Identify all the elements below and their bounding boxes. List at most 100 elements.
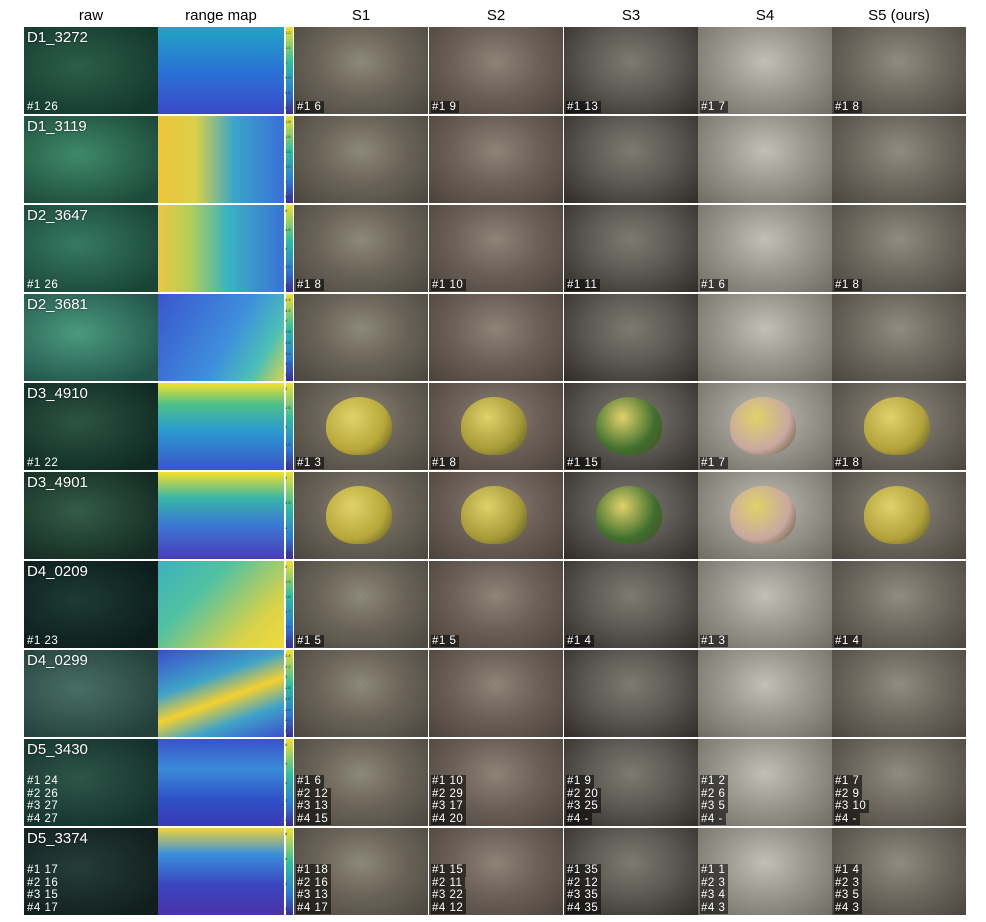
result-image-s5 <box>832 650 966 737</box>
score-label: #1 8 <box>834 100 863 113</box>
result-image-s3: #1 9 #2 20 #3 25 #4 - <box>564 739 698 826</box>
score-label: #3 13 <box>296 889 332 902</box>
score-label: #1 8 <box>834 278 863 291</box>
range-map-image <box>158 561 284 648</box>
score-label: #1 10 <box>431 775 467 788</box>
score-label: #3 25 <box>566 800 602 813</box>
score-label: #3 35 <box>566 889 602 902</box>
column-header: range map <box>185 7 257 24</box>
result-image-s4: #1 7 <box>698 383 832 470</box>
score-label: #2 3 <box>834 876 863 889</box>
score-label: #1 35 <box>566 864 602 877</box>
result-image-s1 <box>294 116 428 203</box>
colorbar-tick: 4 <box>285 318 288 324</box>
colorbar-tick: 1 <box>285 461 288 466</box>
coral-mound <box>730 397 796 455</box>
score-label: #1 4 <box>834 864 863 877</box>
score-label: #1 13 <box>566 100 602 113</box>
raw-image: D2_3647 #1 26 <box>24 205 158 292</box>
image-id-label: D4_0209 <box>27 563 88 580</box>
coral-mound <box>326 397 392 455</box>
colorbar-tick: 5 <box>285 760 288 766</box>
colorbar-tick: 2 <box>285 525 288 530</box>
colorbar-tick: 1.5 <box>285 639 291 644</box>
result-image-s2: #1 15 #2 11 #3 22 #4 12 <box>429 828 563 915</box>
result-image-s1: #1 5 <box>294 561 428 648</box>
score-label: #2 9 <box>834 787 863 800</box>
colorbar-tick: 3.2 <box>285 663 291 669</box>
colorbar: 2 1.9 1.8 1.7 1.6 1.5 <box>284 561 293 648</box>
score-label: #1 6 <box>700 278 729 291</box>
score-label: #3 13 <box>296 800 332 813</box>
colorbar: 4.4 4.2 4 3.8 3.6 3.4 3.2 3 <box>284 294 293 381</box>
score-label: #2 20 <box>566 787 602 800</box>
score-label: #4 - <box>566 812 592 825</box>
colorbar-tick: 3 <box>285 798 288 804</box>
score-label: #1 15 <box>566 456 602 469</box>
raw-image: D5_3374 #1 17 #2 16 #3 15 #4 17 <box>24 828 158 915</box>
result-image-s4 <box>698 650 832 737</box>
score-label: #1 5 <box>296 634 325 647</box>
score-label: #1 3 <box>700 634 729 647</box>
result-image-s3: #1 11 <box>564 205 698 292</box>
range-map-image <box>158 116 284 203</box>
colorbar-tick: 2.2 <box>285 717 291 723</box>
score-list: #1 26 <box>26 101 61 114</box>
colorbar-tick: 3 <box>285 283 288 288</box>
result-image-s3: #1 4 <box>564 561 698 648</box>
column-header: raw <box>78 7 104 24</box>
colorbar-tick: 2 <box>285 423 288 429</box>
score-list: #1 8 <box>834 456 863 469</box>
colorbar: 3 2.5 2 1.5 1 <box>284 383 293 470</box>
colorbar-tick: 6 <box>285 856 288 861</box>
score-label: #3 17 <box>431 800 467 813</box>
colorbar-tick: 2.6 <box>285 695 291 701</box>
score-label: #4 20 <box>431 812 467 825</box>
score-label: #1 4 <box>834 634 863 647</box>
score-list: #1 11 <box>566 278 601 291</box>
score-label: #4 - <box>834 812 860 825</box>
colorbar: 3.4 3.2 3 2.8 2.6 2.4 2.2 2 <box>284 650 293 737</box>
score-label: #4 3 <box>700 901 729 914</box>
colorbar-tick: 5 <box>285 208 288 213</box>
score-label: #4 15 <box>296 812 332 825</box>
score-label: #1 6 <box>296 100 325 113</box>
image-id-label: D5_3430 <box>27 741 88 758</box>
raw-image: D5_3430 #1 24 #2 26 #3 27 #4 27 <box>24 739 158 826</box>
score-list: #1 18 #2 16 #3 13 #4 17 <box>296 864 332 914</box>
result-image-s1: #1 6 #2 12 #3 13 #4 15 <box>294 739 428 826</box>
colorbar-tick: 1.8 <box>285 594 291 599</box>
result-image-s5: #1 8 <box>832 383 966 470</box>
result-image-s4 <box>698 294 832 381</box>
score-label: #1 26 <box>27 278 59 291</box>
result-image-s3: #1 35 #2 12 #3 35 #4 35 <box>564 828 698 915</box>
result-image-s3: #1 13 <box>564 27 698 114</box>
image-id-label: D2_3681 <box>27 296 88 313</box>
result-image-s2 <box>429 294 563 381</box>
colorbar-tick: 1.9 <box>285 579 291 584</box>
score-list: #1 24 #2 26 #3 27 #4 27 <box>26 775 61 825</box>
colorbar-tick: 2 <box>285 564 288 569</box>
score-list: #1 7 #2 9 #3 10 #4 - <box>834 775 870 825</box>
score-label: #1 26 <box>27 100 59 113</box>
raw-image: D2_3681 <box>24 294 158 381</box>
score-list: #1 23 <box>26 635 61 648</box>
colorbar-tick: 3.6 <box>285 339 291 345</box>
score-label: #1 6 <box>296 775 325 788</box>
score-label: #4 3 <box>834 901 863 914</box>
colorbar-tick: 3 <box>285 475 288 480</box>
score-list: #1 2 #2 6 #3 5 #4 - <box>700 775 729 825</box>
score-label: #1 22 <box>27 456 59 469</box>
colorbar-tick: 0.8 <box>285 194 291 199</box>
coral-mound <box>864 397 930 455</box>
score-label: #1 9 <box>431 100 460 113</box>
colorbar-tick: 3.4 <box>285 653 291 658</box>
result-image-s5 <box>832 116 966 203</box>
score-label: #2 16 <box>27 876 59 889</box>
score-label: #1 15 <box>431 864 467 877</box>
result-image-s3 <box>564 472 698 559</box>
score-label: #4 - <box>700 812 726 825</box>
image-id-label: D3_4901 <box>27 474 88 491</box>
colorbar-tick: 1.2 <box>285 164 291 169</box>
colorbar: 3 2.5 2 1.5 <box>284 472 293 559</box>
